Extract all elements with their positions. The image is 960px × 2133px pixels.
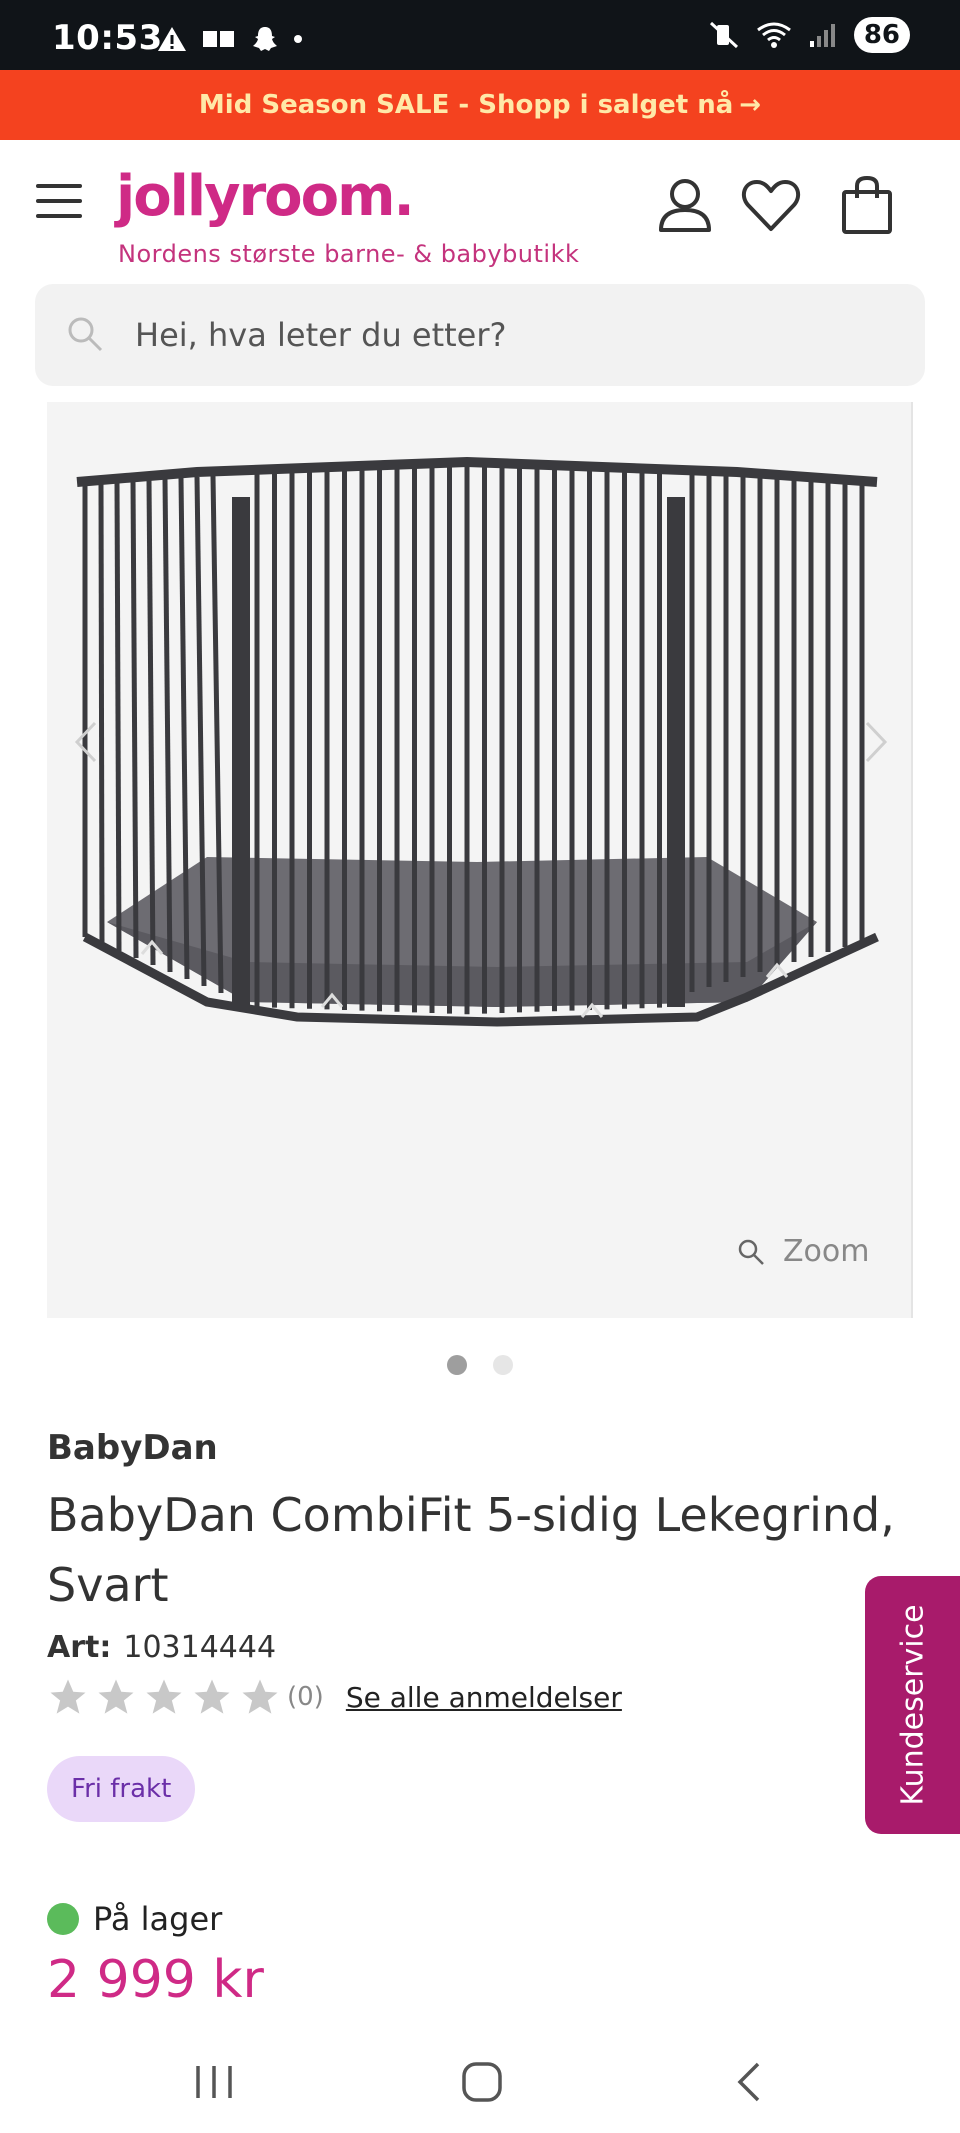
alert-icon [158, 27, 186, 51]
star-icon [98, 1679, 134, 1714]
signal-icon [809, 24, 835, 47]
home-icon[interactable] [452, 2056, 512, 2108]
product-image-gallery[interactable]: Zoom [47, 402, 913, 1318]
more-notifications-dot [294, 35, 302, 43]
customer-service-label: Kundeservice [895, 1604, 930, 1806]
free-shipping-badge: Fri frakt [47, 1756, 196, 1822]
star-icon [50, 1679, 86, 1714]
customer-service-tab[interactable]: Kundeservice [865, 1576, 960, 1834]
gallery-pagination [0, 1355, 960, 1375]
product-price: 2 999 kr [47, 1950, 264, 2010]
stock-status: På lager [47, 1900, 222, 1938]
shopping-bag-icon[interactable] [836, 174, 898, 236]
star-icon [146, 1679, 182, 1714]
wifi-icon [756, 22, 791, 48]
chevron-left-icon[interactable] [67, 717, 107, 767]
star-icon [242, 1679, 278, 1714]
product-image-playpen [76, 456, 879, 1027]
hamburger-menu-icon[interactable] [36, 184, 82, 218]
pagination-dot-2[interactable] [493, 1355, 513, 1375]
snapchat-icon [253, 27, 277, 51]
zoom-button[interactable]: Zoom [737, 1234, 869, 1269]
heart-wishlist-icon[interactable] [740, 174, 802, 236]
search-input[interactable] [135, 284, 895, 386]
see-all-reviews-link[interactable]: Se alle anmeldelser [346, 1681, 622, 1714]
jollyroom-logo[interactable]: jollyroom. [116, 164, 415, 229]
chevron-right-icon[interactable] [855, 717, 895, 767]
star-icon [194, 1679, 230, 1714]
zoom-search-icon [738, 1239, 764, 1265]
stock-label: På lager [93, 1900, 223, 1938]
status-system-icons: 86 [708, 17, 910, 53]
mute-vibrate-icon [709, 21, 738, 49]
back-icon[interactable] [720, 2056, 780, 2108]
article-number: Art: 10314444 [47, 1630, 276, 1665]
tagline: Nordens største barne- & babybutikk [118, 240, 580, 268]
arrow-right-icon: → [739, 90, 762, 120]
article-label: Art: [47, 1630, 112, 1665]
in-stock-indicator [47, 1903, 79, 1935]
product-title: BabyDan CombiFit 5-sidig Lekegrind, Svar… [47, 1488, 895, 1612]
battery-indicator: 86 [853, 17, 910, 53]
promo-banner[interactable]: Mid Season SALE - Shopp i salget nå → [0, 70, 960, 140]
recent-apps-icon[interactable] [184, 2056, 244, 2108]
status-notification-icons [156, 24, 302, 54]
site-header: jollyroom. Nordens største barne- & baby… [0, 140, 960, 280]
search-bar[interactable] [35, 284, 925, 386]
review-count: (0) [287, 1682, 324, 1712]
product-brand[interactable]: BabyDan [47, 1428, 218, 1468]
pagination-dot-1[interactable] [447, 1355, 467, 1375]
product-rating: (0) Se alle anmeldelser [47, 1676, 622, 1718]
zoom-label: Zoom [783, 1234, 870, 1269]
promo-text: Mid Season SALE - Shopp i salget nå [198, 90, 734, 120]
status-time: 10:53 [52, 18, 163, 58]
search-icon [68, 317, 103, 352]
article-value: 10314444 [123, 1630, 277, 1665]
user-account-icon[interactable] [654, 174, 716, 236]
status-bar: 10:53 86 [0, 0, 960, 70]
system-navigation-bar [0, 2030, 960, 2133]
message-icon [203, 31, 234, 47]
